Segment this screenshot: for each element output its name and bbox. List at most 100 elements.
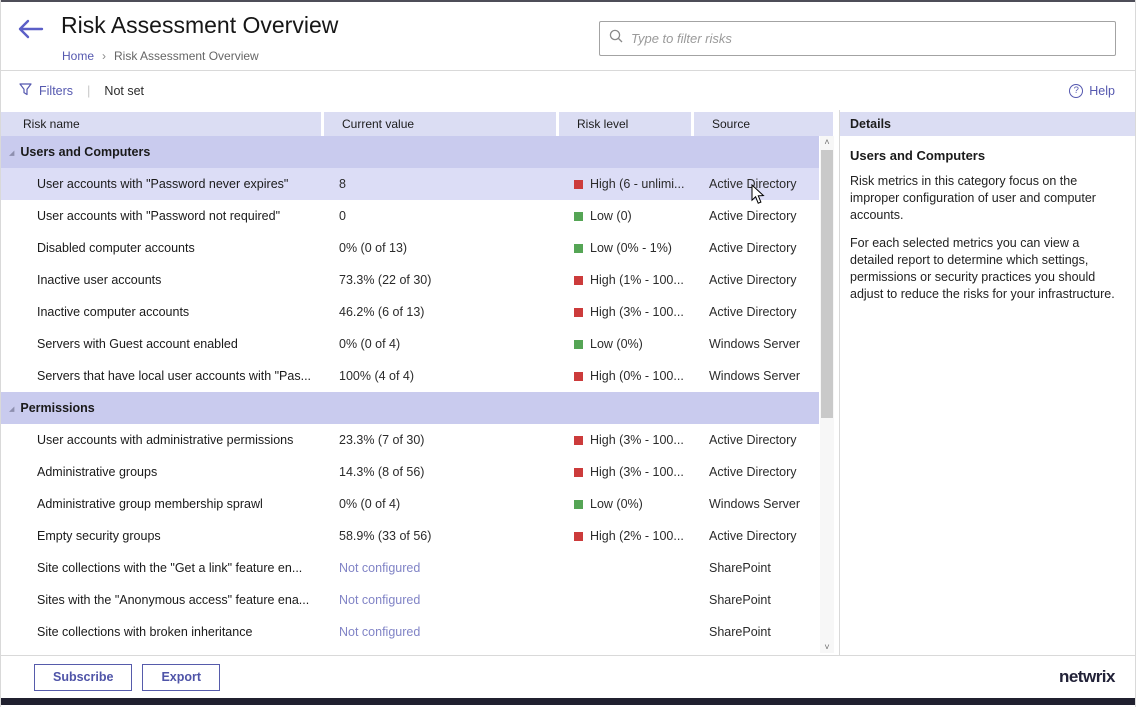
- risk-level-cell: [556, 552, 691, 584]
- details-panel-body: Users and Computers Risk metrics in this…: [840, 136, 1135, 303]
- risk-level-cell: High (3% - 100...: [556, 424, 691, 456]
- risk-level-text: High (0% - 100...: [590, 360, 684, 392]
- app-window: Risk Assessment Overview Home › Risk Ass…: [0, 0, 1136, 707]
- column-header-current-value[interactable]: Current value: [324, 112, 559, 136]
- table-row[interactable]: Sites with the "Anonymous access" featur…: [1, 584, 819, 616]
- help-label: Help: [1089, 84, 1115, 98]
- column-header-risk-level[interactable]: Risk level: [559, 112, 694, 136]
- help-button[interactable]: ? Help: [1069, 84, 1115, 98]
- risk-level-cell: Low (0%): [556, 328, 691, 360]
- risk-name-cell: User accounts with "Password not require…: [1, 200, 321, 232]
- risk-name-cell: Administrative groups: [1, 456, 321, 488]
- risk-level-cell: Low (0% - 1%): [556, 232, 691, 264]
- table-row[interactable]: Site collections with the "Get a link" f…: [1, 552, 819, 584]
- risk-name-cell: Sites with the "Anonymous access" featur…: [1, 584, 321, 616]
- table-row[interactable]: User accounts with administrative permis…: [1, 424, 819, 456]
- separator: |: [87, 83, 90, 98]
- risk-level-text: Low (0%): [590, 328, 643, 360]
- table-header-row: Risk name Current value Risk level Sourc…: [1, 112, 833, 136]
- group-header-row[interactable]: ◢ Users and Computers: [1, 136, 819, 168]
- details-paragraph: For each selected metrics you can view a…: [850, 235, 1117, 303]
- table-row[interactable]: User accounts with "Password not require…: [1, 200, 819, 232]
- search-icon: [609, 29, 623, 48]
- details-panel: Details Users and Computers Risk metrics…: [839, 110, 1135, 655]
- risk-level-text: High (1% - 100...: [590, 264, 684, 296]
- current-value-cell: Not configured: [321, 584, 556, 616]
- breadcrumb-current: Risk Assessment Overview: [114, 49, 259, 63]
- subscribe-button[interactable]: Subscribe: [34, 664, 132, 691]
- risk-level-square-icon: [574, 340, 583, 349]
- risk-level-square-icon: [574, 212, 583, 221]
- scrollbar-thumb[interactable]: [821, 150, 833, 418]
- source-cell: Active Directory: [691, 200, 819, 232]
- chevron-right-icon: ›: [102, 49, 106, 63]
- table-row[interactable]: Empty security groups58.9% (33 of 56)Hig…: [1, 520, 819, 552]
- risk-level-square-icon: [574, 276, 583, 285]
- risk-level-text: High (3% - 100...: [590, 456, 684, 488]
- collapse-triangle-icon[interactable]: ◢: [9, 149, 14, 157]
- risk-name-cell: User accounts with "Password never expir…: [1, 168, 321, 200]
- search-input[interactable]: [631, 31, 1106, 46]
- table-row[interactable]: Administrative group membership sprawl0%…: [1, 488, 819, 520]
- current-value-cell: 0% (0 of 4): [321, 328, 556, 360]
- table-row[interactable]: Servers that have local user accounts wi…: [1, 360, 819, 392]
- column-header-risk-name[interactable]: Risk name: [1, 112, 324, 136]
- current-value-cell: 14.3% (8 of 56): [321, 456, 556, 488]
- current-value-cell: 8: [321, 168, 556, 200]
- source-cell: Active Directory: [691, 520, 819, 552]
- risk-level-square-icon: [574, 244, 583, 253]
- table-body: ◢ Users and Computers User accounts with "…: [1, 136, 819, 648]
- breadcrumb: Home › Risk Assessment Overview: [62, 49, 259, 63]
- scrollbar-down-arrow[interactable]: ˅: [820, 639, 834, 653]
- arrow-left-icon: [15, 29, 45, 46]
- current-value-cell: 0: [321, 200, 556, 232]
- app-header: Risk Assessment Overview Home › Risk Ass…: [1, 2, 1135, 71]
- risk-level-cell: High (1% - 100...: [556, 264, 691, 296]
- vertical-scrollbar[interactable]: ˄ ˅: [820, 136, 834, 653]
- risk-level-text: Low (0%): [590, 488, 643, 520]
- current-value-cell: Not configured: [321, 616, 556, 648]
- group-header-row[interactable]: ◢ Permissions: [1, 392, 819, 424]
- breadcrumb-home-link[interactable]: Home: [62, 49, 94, 63]
- risk-level-cell: High (0% - 100...: [556, 360, 691, 392]
- filter-funnel-icon: [19, 83, 32, 99]
- source-cell: SharePoint: [691, 584, 819, 616]
- risk-name-cell: Empty security groups: [1, 520, 321, 552]
- source-cell: Active Directory: [691, 232, 819, 264]
- risk-level-cell: High (6 - unlimi...: [556, 168, 691, 200]
- current-value-cell: 58.9% (33 of 56): [321, 520, 556, 552]
- risk-level-cell: High (3% - 100...: [556, 456, 691, 488]
- risk-level-text: Low (0% - 1%): [590, 232, 672, 264]
- help-icon: ?: [1069, 84, 1083, 98]
- risk-level-square-icon: [574, 308, 583, 317]
- table-row[interactable]: Site collections with broken inheritance…: [1, 616, 819, 648]
- filters-button[interactable]: Filters: [19, 83, 73, 99]
- window-bottom-strip: [1, 698, 1135, 705]
- filters-label: Filters: [39, 84, 73, 98]
- table-row[interactable]: Administrative groups14.3% (8 of 56) High…: [1, 456, 819, 488]
- risk-level-square-icon: [574, 468, 583, 477]
- netwrix-logo: netwrix: [1059, 667, 1115, 687]
- table-row[interactable]: Servers with Guest account enabled0% (0 …: [1, 328, 819, 360]
- search-box[interactable]: [599, 21, 1116, 56]
- risk-name-cell: Site collections with the "Get a link" f…: [1, 552, 321, 584]
- table-row[interactable]: User accounts with "Password never expir…: [1, 168, 819, 200]
- source-cell: SharePoint: [691, 616, 819, 648]
- risk-level-cell: Low (0): [556, 200, 691, 232]
- group-label: Users and Computers: [20, 145, 150, 159]
- main-content: Risk name Current value Risk level Sourc…: [1, 110, 1135, 655]
- table-row[interactable]: Inactive computer accounts46.2% (6 of 13…: [1, 296, 819, 328]
- risk-level-cell: [556, 616, 691, 648]
- details-title: Users and Computers: [850, 148, 1117, 163]
- column-header-source[interactable]: Source: [694, 112, 833, 136]
- current-value-cell: 100% (4 of 4): [321, 360, 556, 392]
- export-button[interactable]: Export: [142, 664, 220, 691]
- risk-level-cell: High (2% - 100...: [556, 520, 691, 552]
- back-button[interactable]: [15, 16, 47, 44]
- collapse-triangle-icon[interactable]: ◢: [9, 405, 14, 413]
- table-row[interactable]: Inactive user accounts73.3% (22 of 30)Hi…: [1, 264, 819, 296]
- group-label: Permissions: [20, 401, 94, 415]
- risk-name-cell: Servers that have local user accounts wi…: [1, 360, 321, 392]
- table-row[interactable]: Disabled computer accounts0% (0 of 13)Lo…: [1, 232, 819, 264]
- scrollbar-up-arrow[interactable]: ˄: [820, 136, 834, 150]
